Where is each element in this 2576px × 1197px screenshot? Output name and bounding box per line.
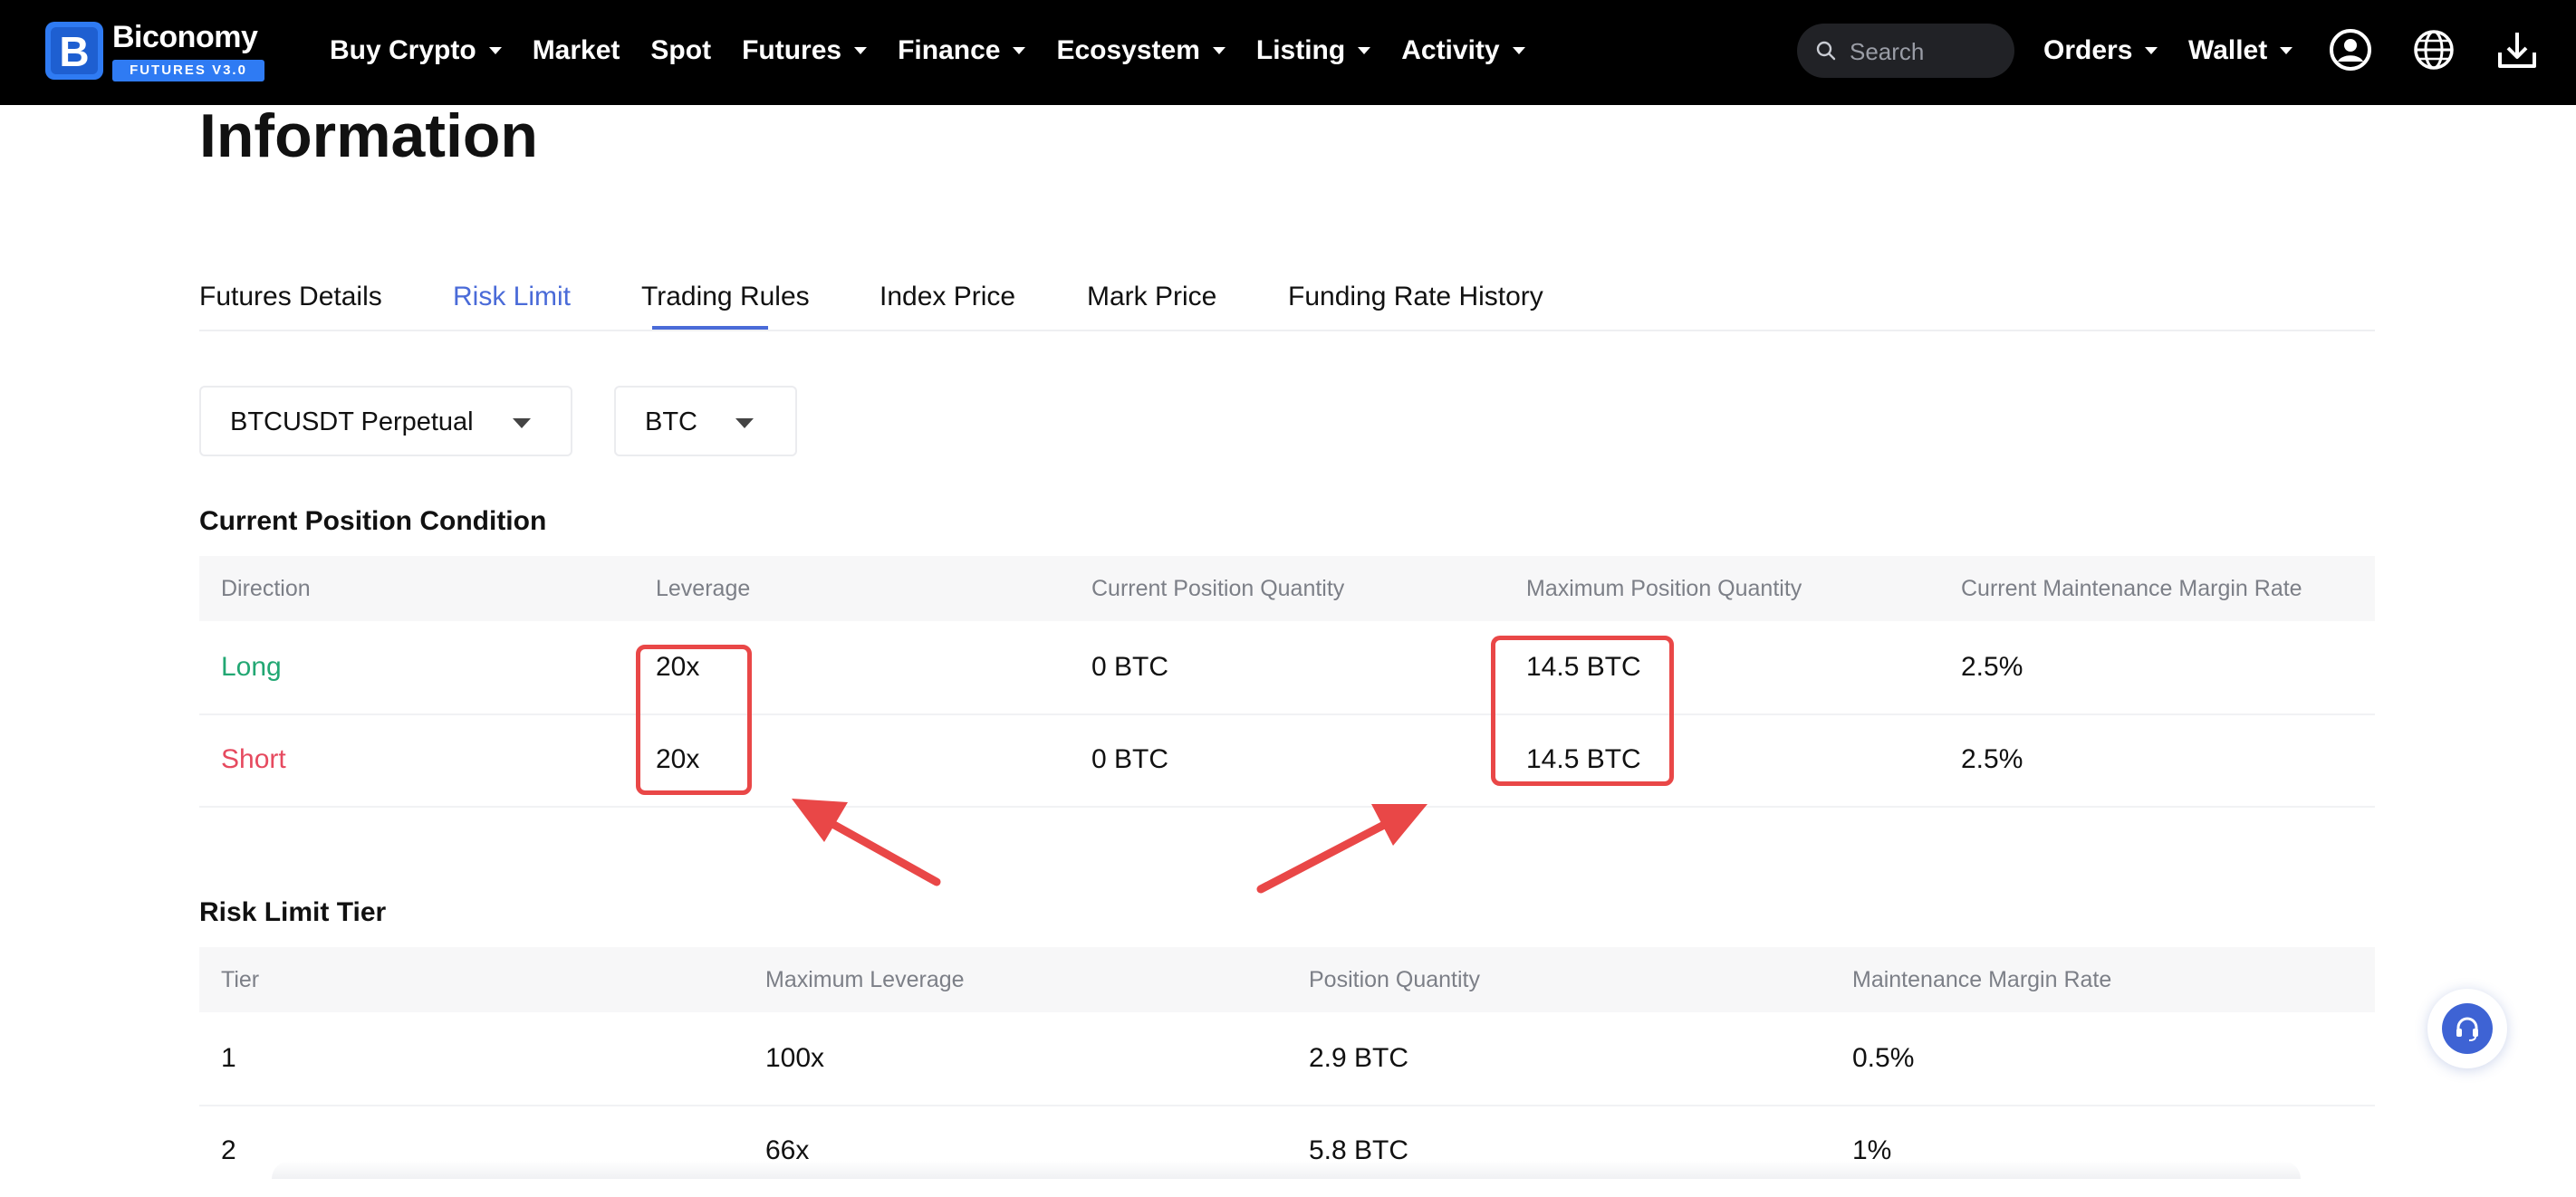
bottom-shadow (272, 1161, 2301, 1179)
arrow-to-leverage-icon (792, 799, 941, 886)
table-row: 2 66x 5.8 BTC 1% (199, 1105, 2375, 1197)
max-leverage-value: 100x (765, 1043, 825, 1073)
tier-value: 1 (221, 1043, 236, 1073)
support-circle (2442, 1003, 2493, 1054)
col-max-leverage: Maximum Leverage (765, 967, 965, 992)
position-qty-value: 2.9 BTC (1309, 1043, 1409, 1073)
risk-tier-header: Tier Maximum Leverage Position Quantity … (199, 947, 2375, 1012)
table-row: 1 100x 2.9 BTC 0.5% (199, 1012, 2375, 1106)
risk-limit-tier-title: Risk Limit Tier (199, 897, 387, 927)
col-maintenance-margin-rate: Maintenance Margin Rate (1852, 967, 2112, 992)
col-tier: Tier (221, 967, 260, 992)
margin-rate-value: 0.5% (1852, 1043, 1915, 1073)
arrow-to-max-qty-icon (1256, 804, 1427, 894)
customer-support-button[interactable] (2427, 989, 2507, 1068)
col-position-qty: Position Quantity (1309, 967, 1480, 992)
tier-value: 2 (221, 1135, 236, 1165)
headset-icon (2456, 1017, 2478, 1041)
